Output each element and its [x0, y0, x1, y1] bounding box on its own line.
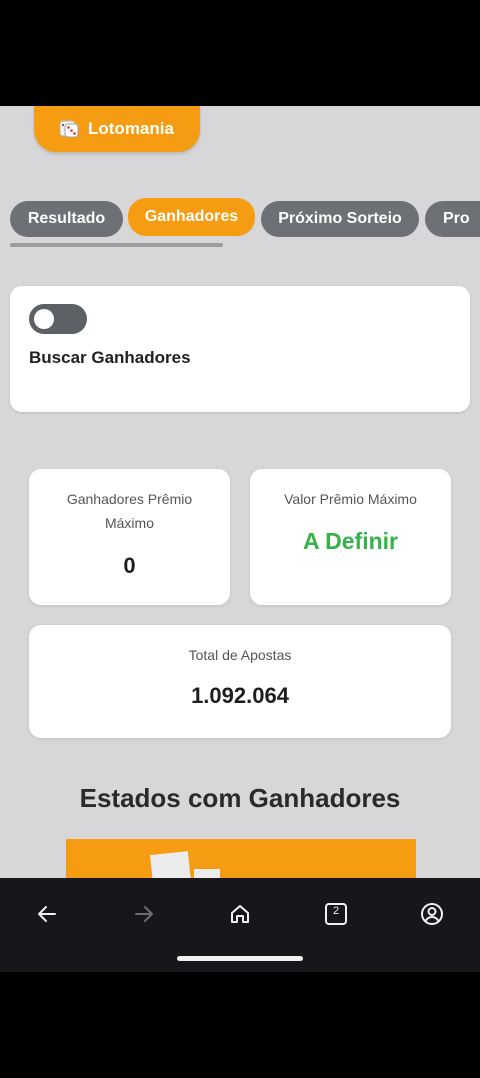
account-button[interactable]	[414, 896, 450, 932]
account-icon	[421, 903, 443, 925]
search-winners-toggle[interactable]	[29, 304, 87, 334]
home-icon	[231, 905, 249, 923]
app-screen: Lotomania Resultado Ganhadores Próximo S…	[0, 106, 480, 878]
tab-bar: Resultado Ganhadores Próximo Sorteio Pro	[0, 196, 480, 240]
bottom-black-area	[0, 972, 480, 1078]
map-shape	[194, 869, 220, 878]
toggle-knob	[34, 309, 54, 329]
dice-icon	[59, 120, 79, 138]
prize-label: Valor Prêmio Máximo	[284, 491, 417, 507]
total-bets-label: Total de Apostas	[188, 647, 292, 663]
status-bar-area	[0, 0, 480, 106]
winners-label: Ganhadores Prêmio Máximo	[66, 491, 193, 531]
prize-value: A Definir	[303, 528, 398, 554]
winners-card: Ganhadores Prêmio Máximo 0	[29, 469, 230, 605]
total-bets-card: Total de Apostas 1.092.064	[29, 625, 451, 738]
search-winners-label: Buscar Ganhadores	[29, 348, 191, 367]
tab-scroll-indicator	[10, 243, 223, 247]
tabs-count: 2	[332, 905, 340, 917]
prize-card: Valor Prêmio Máximo A Definir	[250, 469, 451, 605]
total-bets-value: 1.092.064	[191, 683, 289, 708]
section-title: Estados com Ganhadores	[79, 783, 401, 813]
search-winners-card: Buscar Ganhadores	[10, 286, 470, 412]
forward-arrow-icon	[135, 906, 153, 922]
brand-label: Lotomania	[88, 119, 174, 138]
browser-nav-bar: 2	[0, 878, 480, 972]
tab-ganhadores[interactable]: Ganhadores	[128, 198, 255, 236]
map-shape	[150, 851, 192, 878]
home-button[interactable]	[222, 896, 258, 932]
tab-resultado[interactable]: Resultado	[10, 201, 123, 237]
back-button[interactable]	[29, 896, 65, 932]
tab-partial[interactable]: Pro	[425, 201, 480, 237]
winners-value: 0	[123, 553, 136, 578]
tab-proximo-sorteio[interactable]: Próximo Sorteio	[261, 201, 419, 237]
states-map-image	[66, 839, 416, 878]
forward-button[interactable]	[126, 896, 162, 932]
brand-badge: Lotomania	[34, 106, 200, 152]
tabs-button[interactable]: 2	[318, 896, 354, 932]
back-arrow-icon	[38, 906, 56, 922]
gesture-home-indicator[interactable]	[177, 956, 303, 961]
